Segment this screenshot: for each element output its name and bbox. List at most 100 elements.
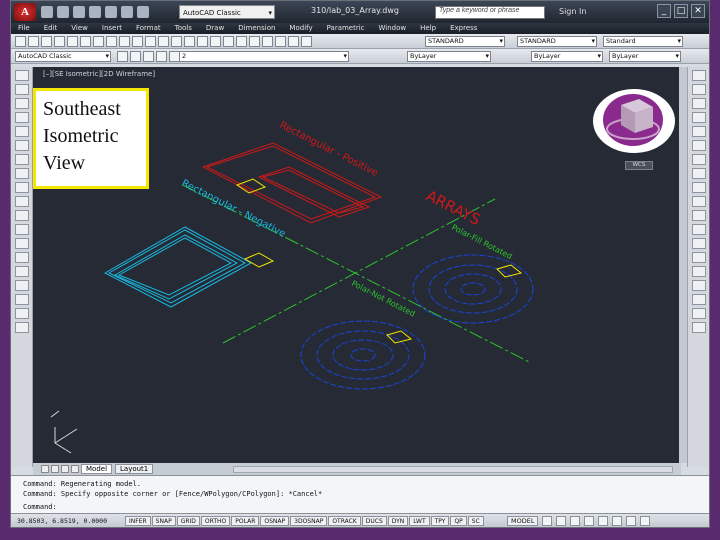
pan-icon[interactable] — [570, 516, 581, 526]
menu-view[interactable]: View — [64, 23, 95, 34]
extend-icon[interactable] — [692, 210, 706, 221]
tool-palettes-icon[interactable] — [249, 36, 260, 47]
polyline-icon[interactable] — [15, 98, 29, 109]
lineweight-select[interactable]: ByLayer — [609, 51, 681, 62]
design-center-icon[interactable] — [236, 36, 247, 47]
menu-format[interactable]: Format — [129, 23, 168, 34]
offset-icon[interactable] — [692, 112, 706, 123]
toggle-sc[interactable]: SC — [467, 516, 484, 526]
toggle-snap[interactable]: SNAP — [151, 516, 176, 526]
toggle-ducs[interactable]: DUCS — [361, 516, 387, 526]
lightbulb-icon[interactable] — [143, 51, 154, 62]
arc-icon[interactable] — [15, 140, 29, 151]
table-style-select[interactable]: Standard — [603, 36, 683, 47]
tab-layout1[interactable]: Layout1 — [115, 464, 154, 474]
toggle-osnap[interactable]: OSNAP — [260, 516, 290, 526]
model-button[interactable]: MODEL — [507, 516, 539, 526]
snap-midpoint-icon[interactable] — [692, 308, 706, 319]
menu-window[interactable]: Window — [372, 23, 414, 34]
explode-icon[interactable] — [692, 280, 706, 291]
quick-view-drawings-icon[interactable] — [556, 516, 567, 526]
workspace-combo[interactable]: AutoCAD Classic — [15, 51, 111, 62]
hatch-icon[interactable] — [15, 266, 29, 277]
menu-help[interactable]: Help — [413, 23, 443, 34]
pan-icon[interactable] — [171, 36, 182, 47]
join-icon[interactable] — [692, 238, 706, 249]
linetype-select[interactable]: ByLayer — [531, 51, 603, 62]
sheet-set-icon[interactable] — [262, 36, 273, 47]
toggle-grid[interactable]: GRID — [176, 516, 200, 526]
gradient-icon[interactable] — [15, 280, 29, 291]
rectangle-icon[interactable] — [15, 126, 29, 137]
undo-icon[interactable] — [121, 6, 133, 18]
toggle-qp[interactable]: QP — [450, 516, 467, 526]
undo-icon[interactable] — [145, 36, 156, 47]
save-icon[interactable] — [73, 6, 85, 18]
publish-icon[interactable] — [80, 36, 91, 47]
ellipse-icon[interactable] — [15, 196, 29, 207]
rotate-icon[interactable] — [692, 154, 706, 165]
sun-icon[interactable] — [156, 51, 167, 62]
erase-icon[interactable] — [692, 70, 706, 81]
polygon-icon[interactable] — [15, 112, 29, 123]
spline-icon[interactable] — [15, 182, 29, 193]
layer-manager-icon[interactable] — [117, 51, 128, 62]
zoom-window-icon[interactable] — [197, 36, 208, 47]
color-select[interactable]: ByLayer — [407, 51, 491, 62]
mirror-icon[interactable] — [692, 98, 706, 109]
region-icon[interactable] — [15, 294, 29, 305]
minimize-button[interactable]: _ — [657, 4, 671, 18]
construction-line-icon[interactable] — [15, 84, 29, 95]
insert-block-icon[interactable] — [15, 224, 29, 235]
revcloud-icon[interactable] — [15, 168, 29, 179]
snap-endpoint-icon[interactable] — [692, 294, 706, 305]
workspace-switch-icon[interactable] — [612, 516, 623, 526]
save-icon[interactable] — [41, 36, 52, 47]
move-icon[interactable] — [692, 140, 706, 151]
command-prompt[interactable]: Command: — [23, 503, 57, 511]
menu-dimension[interactable]: Dimension — [231, 23, 282, 34]
zoom-prev-icon[interactable] — [210, 36, 221, 47]
sign-in-link[interactable]: Sign In — [559, 7, 586, 16]
trim-icon[interactable] — [692, 196, 706, 207]
properties-icon[interactable] — [223, 36, 234, 47]
stretch-icon[interactable] — [692, 182, 706, 193]
application-menu-button[interactable]: A — [14, 3, 36, 21]
new-icon[interactable] — [41, 6, 53, 18]
maximize-button[interactable]: □ — [674, 4, 688, 18]
match-prop-icon[interactable] — [132, 36, 143, 47]
horizontal-scrollbar[interactable] — [233, 466, 673, 473]
coordinate-readout[interactable]: 30.8503, 6.8519, 0.0000 — [17, 517, 107, 525]
layer-select[interactable]: 2 — [179, 51, 349, 62]
prev-tab-button[interactable] — [51, 465, 59, 473]
break-icon[interactable] — [692, 224, 706, 235]
toggle-otrack[interactable]: OTRACK — [328, 516, 361, 526]
search-input[interactable]: Type a keyword or phrase — [435, 6, 545, 19]
wcs-button[interactable]: WCS — [625, 161, 653, 170]
menu-file[interactable]: File — [11, 23, 37, 34]
cut-icon[interactable] — [93, 36, 104, 47]
next-tab-button[interactable] — [61, 465, 69, 473]
vertical-scrollbar[interactable] — [679, 67, 687, 463]
redo-icon[interactable] — [137, 6, 149, 18]
menu-tools[interactable]: Tools — [168, 23, 199, 34]
copy-object-icon[interactable] — [692, 84, 706, 95]
dim-style-select[interactable]: STANDARD — [517, 36, 597, 47]
circle-icon[interactable] — [15, 154, 29, 165]
toggle-infer[interactable]: INFER — [125, 516, 151, 526]
text-style-select[interactable]: STANDARD — [425, 36, 505, 47]
open-icon[interactable] — [28, 36, 39, 47]
point-icon[interactable] — [15, 252, 29, 263]
table-icon[interactable] — [15, 308, 29, 319]
save-as-icon[interactable] — [89, 6, 101, 18]
scale-icon[interactable] — [692, 168, 706, 179]
quick-view-layouts-icon[interactable] — [542, 516, 553, 526]
array-icon[interactable] — [692, 126, 706, 137]
toggle-ortho[interactable]: ORTHO — [200, 516, 231, 526]
zoom-icon[interactable] — [584, 516, 595, 526]
toggle-3dosnap[interactable]: 3DOSNAP — [290, 516, 328, 526]
menu-parametric[interactable]: Parametric — [320, 23, 372, 34]
menu-modify[interactable]: Modify — [282, 23, 319, 34]
zoom-icon[interactable] — [184, 36, 195, 47]
last-tab-button[interactable] — [71, 465, 79, 473]
